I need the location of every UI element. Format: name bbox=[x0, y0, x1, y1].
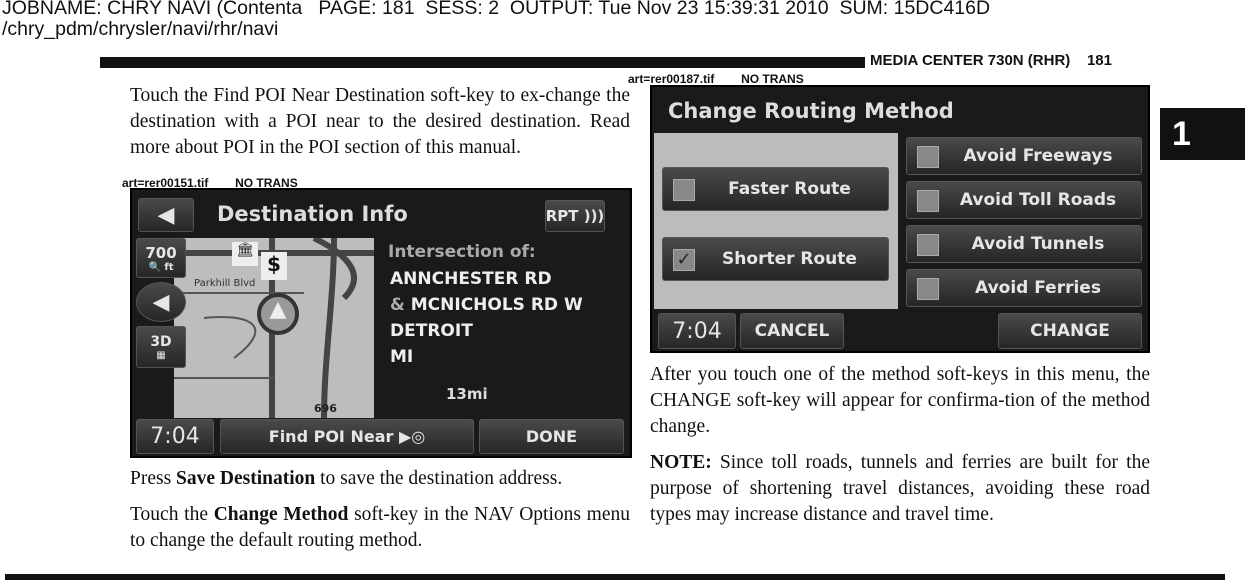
option-label: Avoid Freeways bbox=[963, 146, 1113, 166]
option-label: Avoid Ferries bbox=[975, 278, 1101, 298]
destination-info-screen: ◀ Destination Info RPT ))) Parkhill Blvd… bbox=[130, 188, 632, 458]
highway-label: 696 bbox=[314, 402, 337, 415]
option-faster-route-button[interactable]: Faster Route bbox=[662, 167, 889, 211]
city: DETROIT bbox=[390, 321, 473, 341]
play-destination-icon: ▶◎ bbox=[398, 427, 426, 446]
repeat-label: RPT bbox=[545, 207, 579, 225]
option-label: Avoid Toll Roads bbox=[959, 190, 1117, 210]
street-label: Parkhill Blvd bbox=[194, 278, 256, 289]
repeat-button[interactable]: RPT ))) bbox=[545, 200, 605, 232]
text: Press bbox=[130, 468, 177, 489]
grid-perspective-icon: ▦ bbox=[156, 349, 166, 361]
change-button[interactable]: CHANGE bbox=[998, 313, 1142, 349]
screen-title: Change Routing Method bbox=[668, 99, 954, 123]
job-header: JOBNAME: CHRY NAVI (Contenta PAGE: 181 S… bbox=[2, 0, 990, 40]
text: to save the destination address. bbox=[315, 468, 563, 489]
option-avoid-ferries-button[interactable]: Avoid Ferries bbox=[906, 269, 1142, 307]
option-avoid-tunnels-button[interactable]: Avoid Tunnels bbox=[906, 225, 1142, 263]
option-shorter-route-button[interactable]: ✓ Shorter Route bbox=[662, 237, 889, 281]
option-avoid-toll-roads-button[interactable]: Avoid Toll Roads bbox=[906, 181, 1142, 219]
view-mode-button[interactable]: 3D ▦ bbox=[136, 326, 186, 368]
view-mode-label: 3D bbox=[150, 333, 172, 350]
note-label: NOTE: bbox=[650, 452, 712, 473]
change-method-term: Change Method bbox=[213, 504, 349, 525]
find-poi-label: Find POI Near bbox=[268, 427, 394, 446]
scale-value: 700 bbox=[145, 243, 177, 262]
option-label: Avoid Tunnels bbox=[971, 234, 1105, 254]
checkbox-icon[interactable] bbox=[917, 146, 939, 168]
magnifier-icon: 🔍 bbox=[148, 261, 161, 273]
museum-poi-icon[interactable]: 🏛 bbox=[232, 242, 258, 266]
running-head: MEDIA CENTER 730N (RHR) 181 bbox=[870, 52, 1112, 69]
intersection-heading: Intersection of: bbox=[388, 242, 536, 262]
checkbox-checked-icon[interactable]: ✓ bbox=[673, 249, 695, 271]
checkbox-icon[interactable] bbox=[917, 278, 939, 300]
option-label: Shorter Route bbox=[722, 249, 857, 269]
done-button[interactable]: DONE bbox=[479, 419, 624, 454]
vehicle-position-icon: ▲ bbox=[257, 293, 299, 335]
cancel-button[interactable]: CANCEL bbox=[740, 313, 844, 349]
option-label: Faster Route bbox=[728, 179, 851, 199]
method-panel bbox=[654, 133, 898, 309]
distance: 13mi bbox=[446, 385, 488, 403]
address-block: ANNCHESTER RD & MCNICHOLS RD W DETROIT M… bbox=[390, 266, 583, 370]
back-button[interactable]: ◀ bbox=[138, 198, 194, 232]
checkbox-icon[interactable] bbox=[917, 190, 939, 212]
job-header-path: /chry_pdm/chrysler/navi/rhr/navi bbox=[2, 18, 279, 40]
paragraph-save-destination: Press Save Destination to save the desti… bbox=[130, 466, 630, 492]
art-caption-2: art=rer00187.tif NO TRANS bbox=[628, 72, 804, 86]
find-poi-near-button[interactable]: Find POI Near ▶◎ bbox=[220, 419, 474, 454]
text: Touch the bbox=[130, 504, 214, 525]
zoom-scale-button[interactable]: 700 🔍 ft bbox=[136, 238, 186, 278]
speaker-icon: ))) bbox=[578, 207, 605, 225]
street-1: ANNCHESTER RD bbox=[390, 269, 552, 289]
bank-poi-icon[interactable]: $ bbox=[261, 252, 287, 280]
checkbox-icon[interactable] bbox=[917, 234, 939, 256]
paragraph-after-touch: After you touch one of the method soft-k… bbox=[650, 364, 1150, 437]
ampersand: & bbox=[390, 295, 405, 315]
header-rule bbox=[100, 57, 865, 68]
screen-title: Destination Info bbox=[217, 202, 408, 226]
checkbox-icon[interactable] bbox=[673, 179, 695, 201]
street-2: MCNICHOLS RD W bbox=[410, 295, 583, 315]
section-tab: 1 bbox=[1160, 108, 1245, 160]
paragraph-find-poi: Touch the Find POI Near Destination soft… bbox=[130, 85, 630, 158]
note-paragraph: NOTE: Since toll roads, tunnels and ferr… bbox=[650, 450, 1150, 528]
option-avoid-freeways-button[interactable]: Avoid Freeways bbox=[906, 137, 1142, 175]
note-text: Since toll roads, tunnels and ferries ar… bbox=[650, 452, 1150, 525]
clock: 7:04 bbox=[658, 313, 736, 349]
save-destination-term: Save Destination bbox=[176, 468, 316, 489]
clock: 7:04 bbox=[136, 419, 214, 454]
compass-arrow-icon: ◀ bbox=[152, 289, 170, 315]
job-header-line1: JOBNAME: CHRY NAVI (Contenta PAGE: 181 S… bbox=[2, 0, 991, 19]
back-arrow-icon: ◀ bbox=[157, 202, 175, 228]
scale-unit: ft bbox=[164, 261, 174, 273]
compass-button[interactable]: ◀ bbox=[136, 282, 186, 322]
map-view[interactable]: Parkhill Blvd 🏛 $ ▲ 696 bbox=[174, 235, 374, 419]
paragraph-change-method: Touch the Change Method soft-key in the … bbox=[130, 502, 630, 554]
change-routing-method-screen: Change Routing Method 7:04 CANCEL CHANGE… bbox=[650, 85, 1150, 353]
state: MI bbox=[390, 347, 414, 367]
footer-rule bbox=[5, 574, 1225, 580]
